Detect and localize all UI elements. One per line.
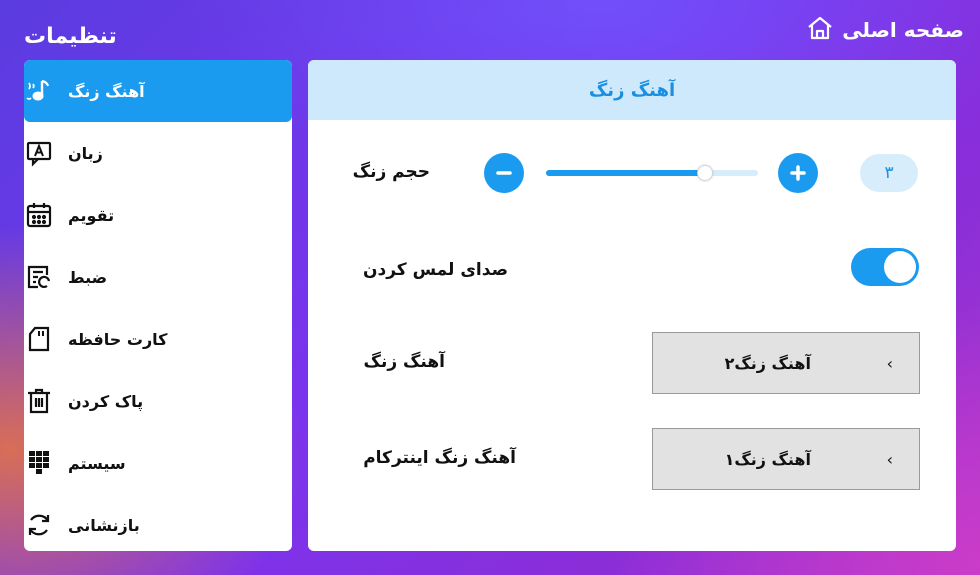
ringtone-icon <box>24 76 54 106</box>
home-icon <box>806 14 834 46</box>
sidebar-item-label: پاک کردن <box>68 391 144 411</box>
sidebar-item-label: سیستم <box>68 453 126 473</box>
sidebar-item-system[interactable]: سیستم <box>24 432 292 494</box>
intercom-ringtone-select[interactable]: آهنگ زنگ۱ › <box>652 428 920 490</box>
language-icon <box>24 138 54 168</box>
intercom-ringtone-label: آهنگ زنگ اینترکام <box>363 448 516 468</box>
volume-slider[interactable] <box>546 165 758 181</box>
plus-button[interactable] <box>778 153 818 193</box>
volume-slider-thumb[interactable] <box>697 165 713 181</box>
calendar-icon <box>24 200 54 230</box>
record-icon <box>24 262 54 292</box>
ringtone-label: آهنگ زنگ <box>363 352 445 372</box>
minus-button[interactable] <box>484 153 524 193</box>
sidebar-item-label: ضبط <box>68 267 108 287</box>
settings-sidebar: آهنگ زنگ زبان تقویم ضبط کارت حافظه پاک ک… <box>24 60 292 551</box>
volume-slider-fill <box>546 170 705 176</box>
sidebar-item-label: کارت حافظه <box>68 329 168 349</box>
sidebar-item-calendar[interactable]: تقویم <box>24 184 292 246</box>
sidebar-item-delete[interactable]: پاک کردن <box>24 370 292 432</box>
sidebar-item-ringtone[interactable]: آهنگ زنگ <box>24 60 292 122</box>
sidebar-item-label: بازنشانی <box>68 515 140 535</box>
trash-icon <box>24 386 54 416</box>
settings-title: تنظیمات <box>24 24 117 49</box>
minus-icon <box>493 162 515 184</box>
sidebar-item-sd-card[interactable]: کارت حافظه <box>24 308 292 370</box>
toggle-knob <box>884 251 916 283</box>
home-button[interactable]: صفحه اصلی <box>806 14 964 46</box>
system-grid-icon <box>24 448 54 478</box>
sidebar-item-label: زبان <box>68 143 103 163</box>
ringtone-select-value: آهنگ زنگ۲ <box>724 353 811 373</box>
sd-card-icon <box>24 324 54 354</box>
intercom-ringtone-select-value: آهنگ زنگ۱ <box>724 449 811 469</box>
chevron-icon: › <box>886 353 893 373</box>
sidebar-item-reset[interactable]: بازنشانی <box>24 494 292 551</box>
sidebar-item-label: آهنگ زنگ <box>68 81 145 101</box>
panel-title: آهنگ زنگ <box>308 60 956 120</box>
plus-icon <box>787 162 809 184</box>
touch-sound-toggle[interactable] <box>851 248 919 286</box>
sidebar-item-record[interactable]: ضبط <box>24 246 292 308</box>
reset-icon <box>24 510 54 540</box>
home-label: صفحه اصلی <box>842 18 964 42</box>
sidebar-item-language[interactable]: زبان <box>24 122 292 184</box>
sidebar-item-label: تقویم <box>68 205 115 225</box>
top-bar: صفحه اصلی تنظیمات <box>0 0 980 60</box>
ringtone-select[interactable]: آهنگ زنگ۲ › <box>652 332 920 394</box>
chevron-icon: › <box>886 449 893 469</box>
volume-value: ۳ <box>860 154 918 192</box>
ringtone-panel: آهنگ زنگ حجم زنگ ۳ صدای لمس کردن آهنگ زن… <box>308 60 956 551</box>
volume-label: حجم زنگ <box>352 162 430 182</box>
touch-sound-label: صدای لمس کردن <box>363 260 508 280</box>
